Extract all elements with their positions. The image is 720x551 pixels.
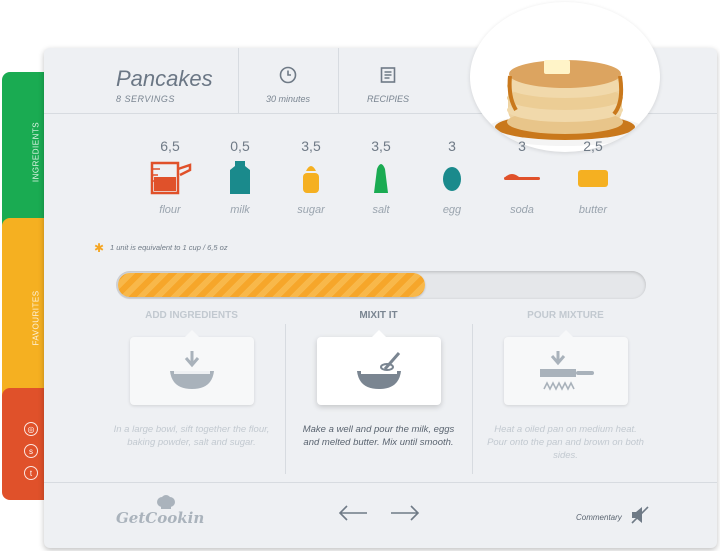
ingredient-name: egg [442,204,462,216]
whisk-bowl-icon [316,330,441,405]
measuring-jug-icon [140,158,200,198]
step-description: Heat a oiled pan on medium heat. Pour on… [487,424,644,461]
step-pour-mixture[interactable]: POUR MIXTURE Heat a oiled pan on medium … [472,310,659,462]
step-add-ingredients[interactable]: ADD INGREDIENTS In a large bowl, sift to… [98,310,285,449]
measuring-spoon-icon [492,158,552,198]
document-icon [379,66,397,89]
recipe-footer: GetCookin Commentary [44,482,717,548]
progress-fill [118,273,426,297]
ingredient-name: sugar [297,204,325,216]
bowl-arrow-icon [129,330,254,405]
salt-shaker-icon [351,158,411,198]
step-description: In a large bowl, sift together the flour… [113,424,270,448]
servings-count: 8 SERVINGS [116,94,175,104]
ingredient-name: soda [510,204,534,216]
recipies-label: RECIPIES [366,94,409,104]
time-info: 30 minutes [238,48,338,114]
tab-favourites-label: FAVOURITES [31,290,41,346]
recipe-card: Pancakes 8 SERVINGS 30 minutes RECIPIES [44,2,717,548]
butter-icon [563,158,623,198]
ingredient-name: salt [372,204,390,216]
prev-arrow-icon[interactable] [338,505,368,526]
step-description: Make a well and pour the milk, eggs and … [302,424,455,448]
time-label: 30 minutes [265,94,311,104]
ingredient-name: flour [159,204,181,216]
step-title: ADD INGREDIENTS [145,310,238,321]
unit-note: 1 unit is equivalent to 1 cup / 6,5 oz [110,243,228,252]
tab-ingredients-label: INGREDIENTS [31,121,41,183]
dribbble-icon[interactable]: ◎ [24,422,38,436]
progress-bar[interactable] [116,271,646,299]
clock-icon [279,66,297,89]
speaker-muted-icon[interactable] [630,505,650,530]
ingredient-value: 6,5 [160,138,180,154]
sugar-shaker-icon [281,158,341,198]
ingredient-name: milk [230,204,250,216]
step-mix-it[interactable]: MIXIT IT Make a well and pour the milk, … [285,310,472,449]
ingredient-milk: 0,5 milk [210,138,270,216]
ingredient-value: 3 [518,138,526,154]
ingredient-value: 2,5 [583,138,603,154]
ingredient-sugar: 3,5 sugar [281,138,341,216]
pancake-photo [470,2,660,152]
twitter-icon[interactable]: t [24,466,38,480]
pan-icon [503,330,628,405]
logo: GetCookin [116,509,205,527]
asterisk-icon: ✱ [94,241,105,255]
ingredient-value: 3,5 [301,138,321,154]
page-title: Pancakes [116,66,213,91]
ingredient-soda: 3 soda [492,138,552,216]
step-title: POUR MIXTURE [527,310,604,321]
step-title: MIXIT IT [359,310,398,321]
milk-bottle-icon [210,158,270,198]
ingredient-name: butter [578,204,608,216]
ingredient-flour: 6,5 flour [140,138,200,216]
ingredient-value: 3 [448,138,456,154]
ingredient-value: 0,5 [230,138,250,154]
recipies-button[interactable]: RECIPIES [338,48,438,114]
ingredient-egg: 3 egg [422,138,482,216]
next-arrow-icon[interactable] [390,505,420,526]
egg-icon [422,158,482,198]
ingredient-salt: 3,5 salt [351,138,411,216]
ingredient-butter: 2,5 butter [563,138,623,216]
commentary-label: Commentary [576,513,622,522]
ingredient-value: 3,5 [371,138,391,154]
skype-icon[interactable]: s [24,444,38,458]
